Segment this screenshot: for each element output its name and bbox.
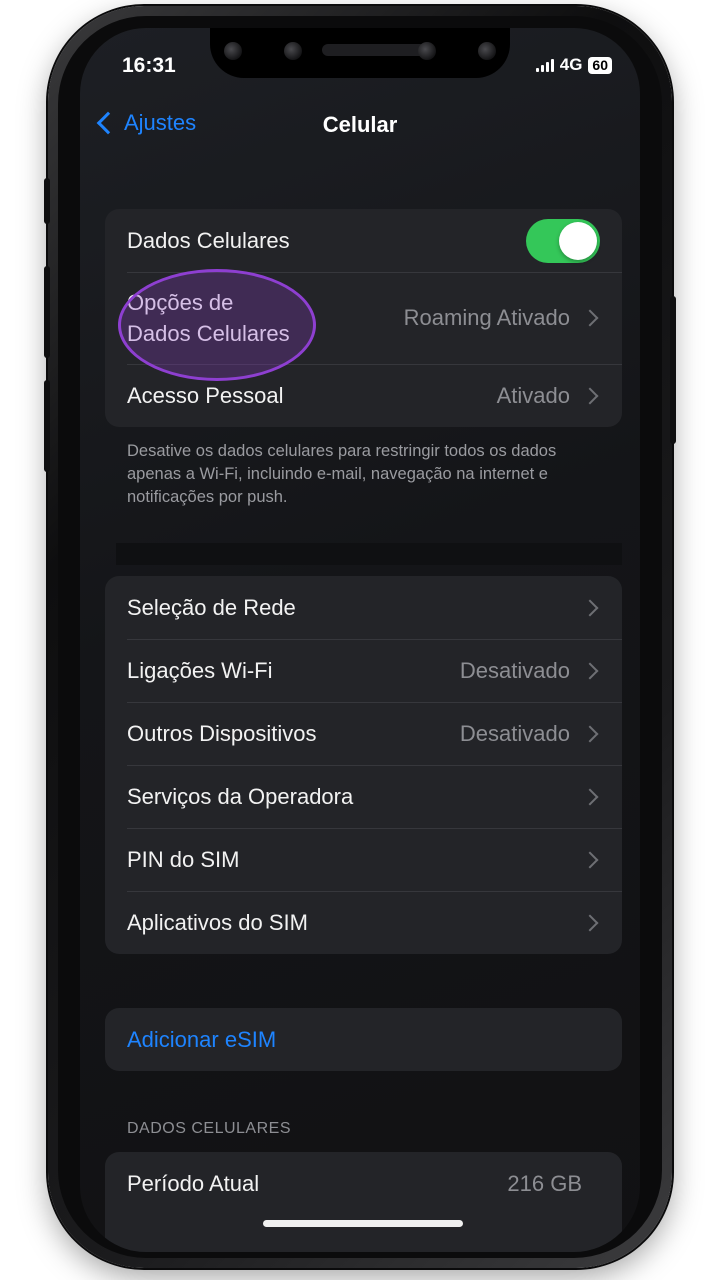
section-divider: [116, 543, 622, 565]
front-sensor-icon: [284, 42, 302, 60]
signal-icon: [535, 58, 554, 72]
chevron-right-icon: [581, 309, 599, 327]
current-period-value: 216 GB: [507, 1170, 582, 1196]
screen: 16:31 4G 60 Ajustes Celular Dados Celula…: [80, 28, 640, 1252]
chevron-right-icon: [581, 387, 599, 404]
network-type: 4G: [559, 55, 583, 74]
wifi-calling-row[interactable]: Ligações Wi-Fi Desativado: [105, 639, 622, 702]
row-label: Aplicativos do SIM: [127, 909, 308, 935]
side-button-silent: [44, 178, 50, 224]
cellular-data-toggle[interactable]: [526, 218, 600, 263]
chevron-right-icon: [581, 725, 599, 742]
personal-hotspot-label: Acesso Pessoal: [127, 382, 284, 408]
row-label: Seleção de Rede: [127, 594, 296, 620]
front-sensor-icon: [224, 42, 242, 60]
highlight-circle: [118, 269, 316, 381]
esim-group: Adicionar eSIM: [105, 1008, 622, 1071]
battery-icon: 60: [588, 56, 612, 74]
sim-pin-row[interactable]: PIN do SIM: [105, 828, 622, 891]
toggle-knob: [559, 221, 597, 260]
network-selection-row[interactable]: Seleção de Rede: [105, 576, 622, 639]
chevron-right-icon: [581, 662, 599, 679]
side-button-volume-up: [44, 266, 50, 358]
cellular-data-row: Dados Celulares: [105, 209, 622, 272]
usage-section-header: DADOS CELULARES: [127, 1120, 291, 1137]
row-value: Desativado: [459, 657, 570, 683]
current-period-row: Período Atual 216 GB: [105, 1152, 622, 1215]
front-camera-icon: [418, 42, 436, 60]
cellular-data-label: Dados Celulares: [127, 227, 290, 253]
row-value: Desativado: [459, 720, 570, 746]
chevron-right-icon: [581, 914, 599, 931]
sim-apps-row[interactable]: Aplicativos do SIM: [105, 891, 622, 954]
status-time: 16:31: [122, 54, 176, 77]
chevron-right-icon: [581, 599, 599, 616]
row-label: PIN do SIM: [127, 846, 240, 872]
add-esim-button[interactable]: Adicionar eSIM: [105, 1008, 622, 1071]
row-label: Serviços da Operadora: [127, 783, 354, 809]
row-label: Outros Dispositivos: [127, 720, 317, 746]
home-indicator[interactable]: [263, 1220, 463, 1227]
current-period-label: Período Atual: [127, 1170, 260, 1196]
cellular-data-footnote: Desative os dados celulares para restrin…: [127, 442, 557, 506]
carrier-services-row[interactable]: Serviços da Operadora: [105, 765, 622, 828]
earpiece-speaker: [322, 44, 426, 56]
roaming-status: Roaming Ativado: [403, 305, 570, 330]
usage-group: Período Atual 216 GB: [105, 1152, 622, 1252]
chevron-right-icon: [581, 788, 599, 805]
row-label: Ligações Wi-Fi: [127, 657, 273, 683]
chevron-right-icon: [581, 851, 599, 868]
front-sensor-icon: [478, 42, 496, 60]
other-devices-row[interactable]: Outros Dispositivos Desativado: [105, 702, 622, 765]
page-title: Celular: [322, 112, 398, 137]
side-button-power: [670, 296, 676, 444]
side-button-volume-down: [44, 380, 50, 472]
network-settings-group: Seleção de Rede Ligações Wi-Fi Desativad…: [105, 576, 622, 954]
personal-hotspot-value: Ativado: [496, 382, 570, 408]
notch: [210, 28, 510, 78]
status-indicators: 4G 60: [535, 55, 612, 75]
